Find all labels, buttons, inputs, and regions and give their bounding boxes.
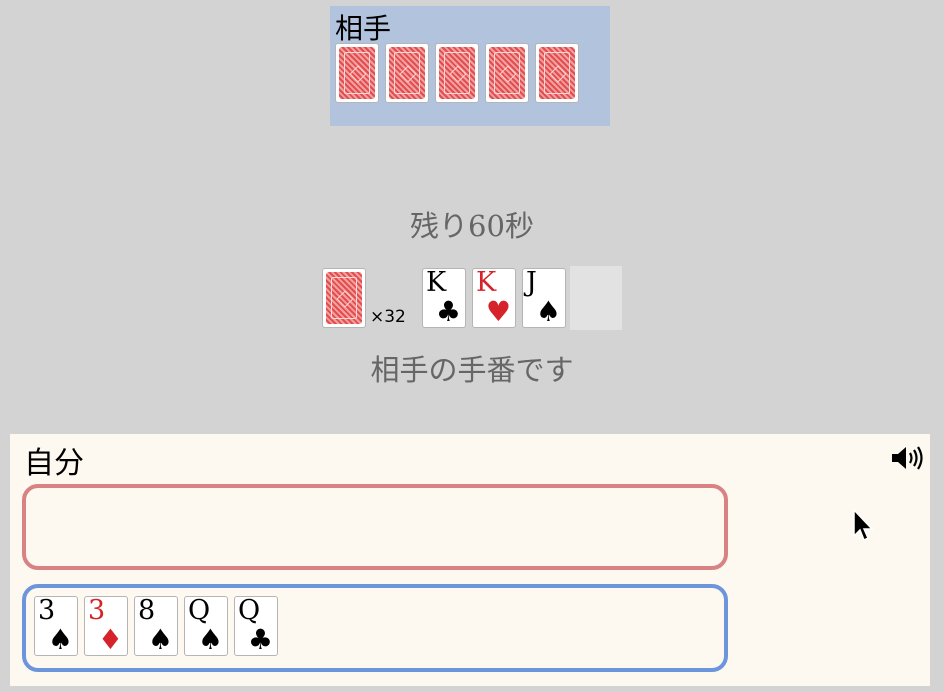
deck-count: ×32: [370, 307, 406, 327]
card-suit: ♠: [197, 623, 223, 656]
card-suit: ♣: [247, 623, 273, 656]
hand-card[interactable]: 8 ♠: [134, 595, 178, 656]
play-drop-zone[interactable]: [22, 484, 728, 570]
field-empty-slot: [570, 266, 622, 330]
opponent-card-back: [485, 43, 529, 103]
card-suit: ♥: [485, 295, 511, 328]
timer-text: 残り60秒: [410, 209, 534, 243]
field-card: J ♠: [522, 267, 566, 328]
opponent-card-back: [385, 43, 429, 103]
card-suit: ♣: [435, 295, 461, 328]
player-label: 自分: [24, 446, 84, 481]
speaker-volume-icon[interactable]: [890, 444, 924, 472]
opponent-card-back: [435, 43, 479, 103]
mouse-cursor-icon: [853, 508, 874, 542]
opponent-area: 相手: [330, 6, 610, 126]
opponent-card-back: [535, 43, 579, 103]
field-card: K ♥: [472, 267, 516, 328]
opponent-label: 相手: [335, 12, 392, 45]
field-card: K ♣: [422, 267, 466, 328]
card-suit: ♠: [47, 623, 73, 656]
player-hand: 3 ♠ 3 ♦ 8 ♠ Q ♠ Q ♣: [22, 584, 728, 672]
card-suit: ♦: [97, 623, 123, 656]
opponent-card-back: [335, 43, 379, 103]
hand-card[interactable]: 3 ♠: [34, 595, 78, 656]
card-suit: ♠: [147, 623, 173, 656]
player-area: 自分 3 ♠ 3 ♦ 8 ♠ Q ♠ Q ♣: [10, 434, 930, 686]
hand-card[interactable]: Q ♠: [184, 595, 228, 656]
deck-pile[interactable]: [322, 268, 366, 328]
card-suit: ♠: [535, 295, 561, 328]
hand-card[interactable]: Q ♣: [234, 595, 278, 656]
hand-card[interactable]: 3 ♦: [84, 595, 128, 656]
turn-status: 相手の手番です: [370, 353, 574, 387]
